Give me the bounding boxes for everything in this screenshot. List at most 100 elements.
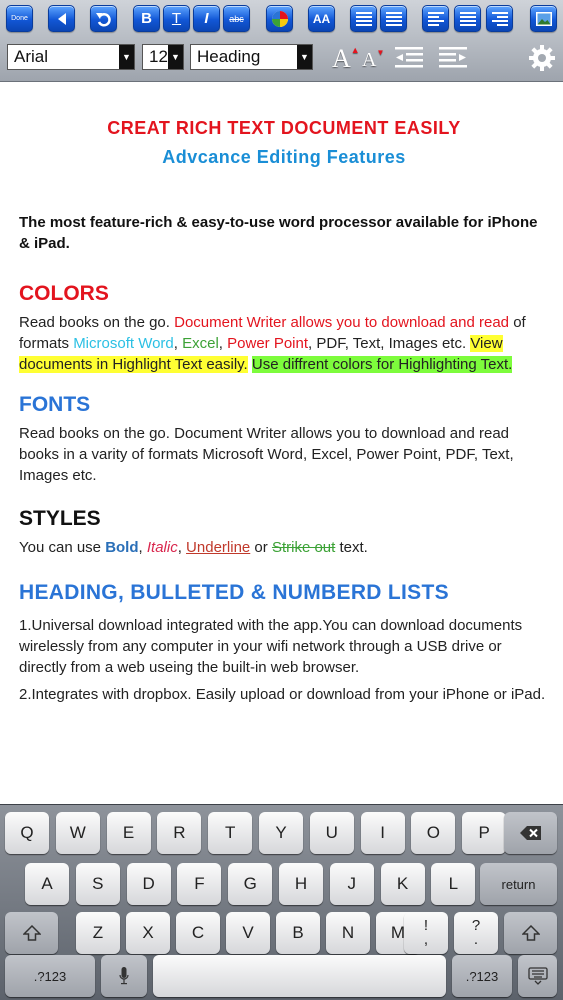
font-family-select[interactable]: Arial ▼ xyxy=(7,44,135,70)
key-u[interactable]: U xyxy=(309,812,354,854)
key-e[interactable]: E xyxy=(106,812,151,854)
exclamation-comma-key[interactable]: !, xyxy=(404,912,448,954)
document-subtitle: Advcance Editing Features xyxy=(162,147,406,167)
numbers-key-right[interactable]: .?123 xyxy=(452,955,512,997)
return-key[interactable]: return xyxy=(480,863,557,905)
key-label: G xyxy=(243,874,257,893)
bullet-list-button[interactable] xyxy=(350,5,377,32)
question-period-key[interactable]: ?. xyxy=(454,912,498,954)
key-y[interactable]: Y xyxy=(259,812,303,854)
font-size-select[interactable]: 12 ▼ xyxy=(142,44,184,70)
bold-button[interactable]: B xyxy=(133,5,160,32)
decrease-indent-icon[interactable] xyxy=(393,46,425,70)
colors-paragraph: Read books on the go. Document Writer al… xyxy=(19,312,549,375)
increase-indent-icon[interactable] xyxy=(437,46,469,70)
font-size-value: 12 xyxy=(149,47,168,66)
key-c[interactable]: C xyxy=(176,912,220,954)
styles-paragraph: You can use Bold, Italic, Underline or S… xyxy=(19,537,549,558)
key-t[interactable]: T xyxy=(208,812,253,854)
list-item: 2.Integrates with dropbox. Easily upload… xyxy=(19,686,546,703)
align-center-icon xyxy=(459,11,476,26)
align-left-button[interactable] xyxy=(422,5,449,32)
settings-gear-icon[interactable] xyxy=(528,44,556,72)
align-center-button[interactable] xyxy=(454,5,481,32)
backspace-icon xyxy=(519,826,541,840)
undo-icon xyxy=(95,12,111,26)
key-label: S xyxy=(92,874,104,893)
key-b[interactable]: B xyxy=(276,912,320,954)
green-text-run: Excel xyxy=(182,335,219,352)
backspace-key[interactable] xyxy=(504,812,557,854)
color-picker-button[interactable] xyxy=(266,5,293,32)
key-o[interactable]: O xyxy=(411,812,456,854)
key-f[interactable]: F xyxy=(177,863,222,905)
key-n[interactable]: N xyxy=(326,912,370,954)
increase-font-button[interactable]: A▲ xyxy=(332,44,360,74)
toolbar-row-format: Done B T I abc AA xyxy=(0,5,563,33)
microphone-icon xyxy=(119,967,129,985)
key-d[interactable]: D xyxy=(126,863,171,905)
back-arrow-icon xyxy=(57,12,66,25)
key-label: H xyxy=(294,874,308,893)
dropdown-arrow-icon: ▼ xyxy=(119,45,134,69)
key-j[interactable]: J xyxy=(329,863,374,905)
numbers-key-left[interactable]: .?123 xyxy=(5,955,95,997)
list-icon xyxy=(355,11,372,26)
lists-heading: HEADING, BULLETED & NUMBERD LISTS xyxy=(19,581,449,604)
colors-heading: COLORS xyxy=(19,282,109,305)
italic-sample: Italic xyxy=(146,539,178,556)
key-label: C xyxy=(191,923,205,942)
italic-label: I xyxy=(204,10,209,27)
strikethrough-button[interactable]: abc xyxy=(223,5,250,32)
key-w[interactable]: W xyxy=(55,812,100,854)
key-bottom-char: , xyxy=(423,931,429,948)
list-item: 1.Universal download integrated with the… xyxy=(19,617,523,676)
paragraph-style-select[interactable]: Heading ▼ xyxy=(190,44,313,70)
dictation-key[interactable] xyxy=(101,955,147,997)
key-label: X xyxy=(142,923,154,942)
done-button[interactable]: Done xyxy=(6,5,33,32)
increase-font-label: A xyxy=(332,44,351,73)
shift-key-right[interactable] xyxy=(504,912,557,954)
shift-key-left[interactable] xyxy=(5,912,58,954)
key-v[interactable]: V xyxy=(226,912,270,954)
onscreen-keyboard: Q W E R T Y U I O P A S D F G H J K L Z X C V B N M return !, ?… xyxy=(0,804,563,1000)
keyboard-hide-icon xyxy=(527,967,548,985)
key-l[interactable]: L xyxy=(431,863,476,905)
down-arrow-icon: ▼ xyxy=(376,48,385,57)
decrease-font-button[interactable]: A▼ xyxy=(362,48,385,72)
key-i[interactable]: I xyxy=(360,812,405,854)
text-case-button[interactable]: AA xyxy=(308,5,335,32)
document-body[interactable]: CREAT RICH TEXT DOCUMENT EASILY Advcance… xyxy=(19,118,549,705)
key-r[interactable]: R xyxy=(157,812,202,854)
key-a[interactable]: A xyxy=(25,863,69,905)
hide-keyboard-key[interactable] xyxy=(518,955,557,997)
key-q[interactable]: Q xyxy=(5,812,49,854)
align-right-button[interactable] xyxy=(486,5,513,32)
key-z[interactable]: Z xyxy=(76,912,120,954)
key-s[interactable]: S xyxy=(75,863,120,905)
back-button[interactable] xyxy=(48,5,75,32)
key-k[interactable]: K xyxy=(380,863,425,905)
fonts-heading: FONTS xyxy=(19,393,91,416)
insert-image-button[interactable] xyxy=(530,5,557,32)
underline-button[interactable]: T xyxy=(163,5,190,32)
key-label: W xyxy=(69,823,86,842)
shift-icon xyxy=(521,925,540,941)
text-run: Read books on the go. xyxy=(19,314,175,331)
key-x[interactable]: X xyxy=(126,912,170,954)
key-p[interactable]: P xyxy=(462,812,507,854)
key-h[interactable]: H xyxy=(279,863,323,905)
bold-label: B xyxy=(141,10,152,27)
key-label: K xyxy=(396,874,409,893)
italic-button[interactable]: I xyxy=(193,5,220,32)
numbered-list-button[interactable] xyxy=(380,5,407,32)
strikeout-sample: Strike out xyxy=(271,539,336,556)
key-label: O xyxy=(426,823,440,842)
text-run: , xyxy=(173,335,183,352)
text-run: text. xyxy=(335,539,368,556)
space-bar[interactable] xyxy=(153,955,446,997)
fonts-paragraph: Read books on the go. Document Writer al… xyxy=(19,425,514,484)
undo-button[interactable] xyxy=(90,5,117,32)
key-g[interactable]: G xyxy=(228,863,273,905)
